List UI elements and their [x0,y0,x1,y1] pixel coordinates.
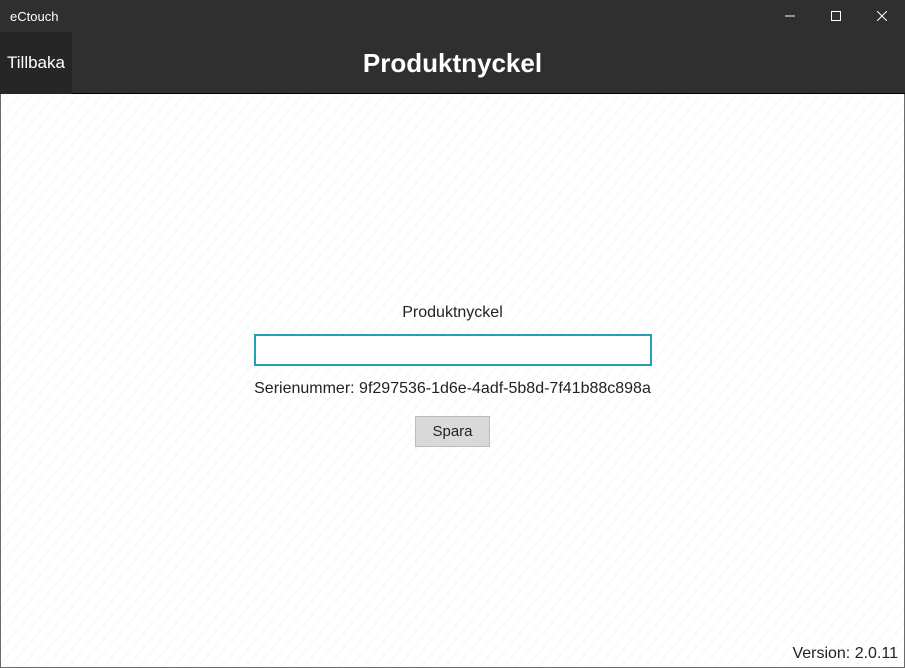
back-button-label: Tillbaka [7,53,65,73]
close-button[interactable] [859,0,905,32]
minimize-icon [785,11,795,21]
header-band: Tillbaka Produktnyckel [0,32,905,94]
serial-number-text: Serienummer: 9f297536-1d6e-4adf-5b8d-7f4… [243,380,663,398]
minimize-button[interactable] [767,0,813,32]
page-title: Produktnyckel [0,32,905,94]
back-button[interactable]: Tillbaka [0,32,72,94]
save-button-label: Spara [432,423,472,440]
save-button[interactable]: Spara [415,416,489,447]
product-key-form: Produktnyckel Serienummer: 9f297536-1d6e… [243,304,663,447]
maximize-button[interactable] [813,0,859,32]
close-icon [877,11,887,21]
product-key-label: Produktnyckel [243,304,663,322]
window-title: eCtouch [0,9,58,24]
maximize-icon [831,11,841,21]
titlebar: eCtouch [0,0,905,32]
version-label: Version: 2.0.11 [792,645,898,663]
page-title-text: Produktnyckel [363,48,542,79]
content-area: Produktnyckel Serienummer: 9f297536-1d6e… [0,94,905,668]
product-key-input[interactable] [254,334,652,366]
